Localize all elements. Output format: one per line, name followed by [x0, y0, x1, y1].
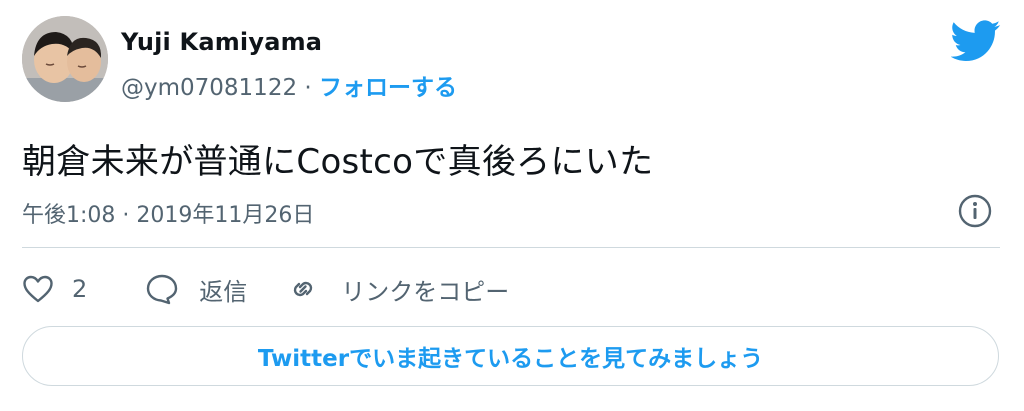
link-icon [294, 281, 313, 297]
tweet-text: 朝倉未来が普通にCostcoで真後ろにいた [22, 142, 654, 182]
reply-bubble-icon [147, 274, 178, 305]
like-button[interactable]: 2 [22, 274, 87, 304]
separator: · [304, 75, 312, 101]
heart-icon [23, 275, 53, 303]
copy-link-label: リンクをコピー [341, 277, 510, 306]
tweet-actions: 2 返信 リンクをコピー [22, 268, 509, 310]
author-handle[interactable]: @ym07081122 [121, 75, 297, 101]
divider [22, 247, 1000, 248]
info-icon[interactable] [957, 193, 993, 229]
reply-button[interactable]: 返信 [145, 272, 247, 307]
avatar[interactable] [22, 16, 108, 102]
author-name[interactable]: Yuji Kamiyama [121, 28, 322, 56]
author-handle-row: @ym07081122 · フォローする [121, 68, 457, 102]
twitter-bird-icon[interactable] [951, 20, 1001, 62]
copy-link-button[interactable]: リンクをコピー [287, 272, 509, 307]
see-whats-happening-button[interactable]: Twitterでいま起きていることを見てみましょう [22, 326, 999, 386]
tweet-timestamp[interactable]: 午後1:08 · 2019年11月26日 [22, 197, 314, 229]
follow-button[interactable]: フォローする [319, 75, 457, 101]
reply-label: 返信 [199, 277, 248, 306]
like-count: 2 [72, 275, 88, 303]
